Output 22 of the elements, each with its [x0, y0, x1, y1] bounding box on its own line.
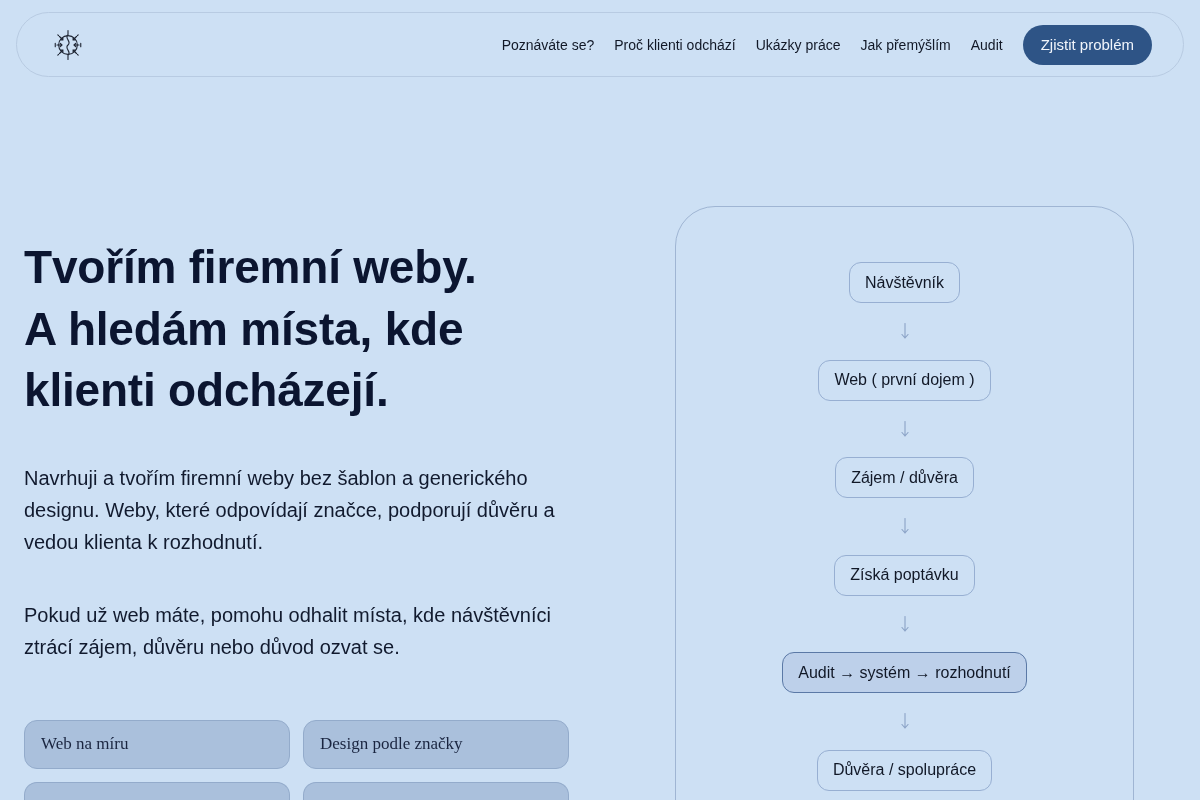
- flow-step: Důvěra / spolupráce: [816, 749, 993, 791]
- down-arrow-icon: [900, 420, 909, 437]
- down-arrow-icon: [900, 518, 909, 534]
- down-arrow-icon: [900, 713, 909, 729]
- hero-paragraph: Navrhuji a tvořím firemní weby bez šablon a generického designu. Weby, které odpovídají značce, podporují důvěru a vedou klienta k rozhodnutí.: [24, 465, 556, 555]
- feature-tag: Design podle značky: [303, 719, 569, 769]
- flow-step: Získá poptávku: [834, 554, 975, 596]
- nav-link[interactable]: Ukázky práce: [755, 36, 841, 53]
- nav-link[interactable]: Audit: [970, 36, 1003, 53]
- nav-link[interactable]: Poznáváte se?: [501, 36, 595, 53]
- flow-step: Návštěvník: [848, 262, 961, 303]
- nav-link[interactable]: Proč klienti odchází: [614, 36, 736, 53]
- nav-link[interactable]: Jak přemýšlím: [860, 36, 951, 53]
- down-arrow-icon: [900, 615, 909, 632]
- flow-step: Zájem / důvěra: [835, 457, 974, 498]
- feature-tag: Web na míru: [24, 719, 290, 769]
- flow-step: Web ( první dojem ): [818, 359, 991, 401]
- flow-step: Audit → systém → rozhodnutí: [782, 652, 1027, 693]
- down-arrow-icon: [900, 323, 909, 339]
- hero-heading: Tvořím firemní weby. A hledám místa, kde klienti odcházejí.: [24, 240, 478, 418]
- cta-button[interactable]: Zjistit problém: [1022, 24, 1152, 65]
- hero-paragraph: Pokud už web máte, pomohu odhalit místa, kde návštěvníci ztrácí zájem, důvěru nebo důvod ozvat se.: [24, 602, 552, 660]
